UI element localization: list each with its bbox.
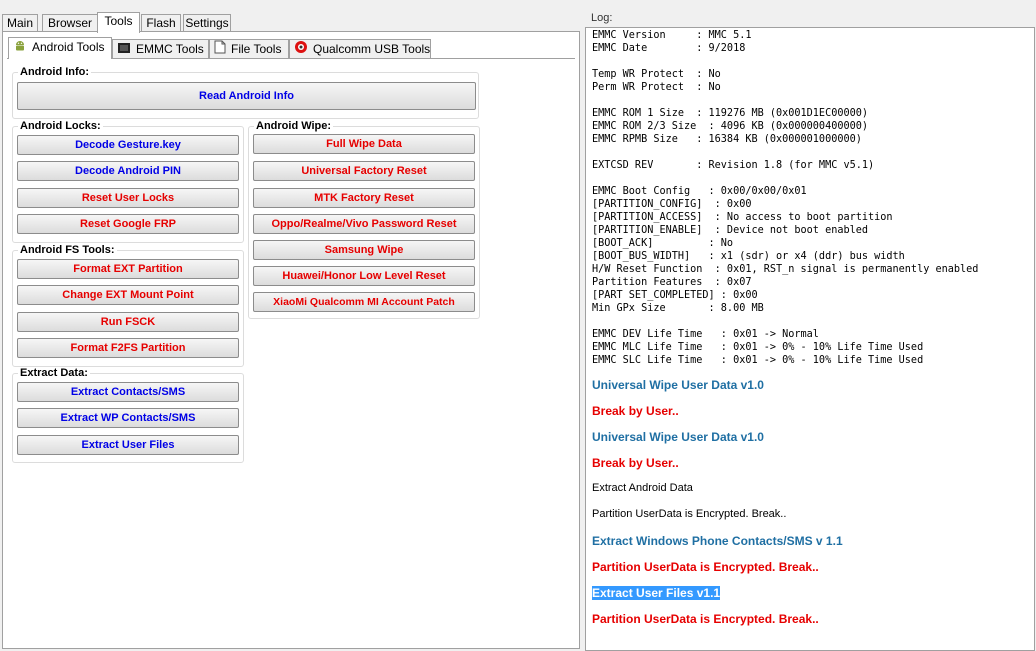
subtab-file-tools-label: File Tools <box>231 42 282 56</box>
log-message: Partition UserData is Encrypted. Break.. <box>592 560 819 574</box>
log-line: [BOOT_BUS_WIDTH] : x1 (sdr) or x4 (ddr) … <box>592 251 905 262</box>
log-message: Extract Windows Phone Contacts/SMS v 1.1 <box>592 534 843 548</box>
log-line: EMMC Date : 9/2018 <box>592 43 746 54</box>
tab-settings[interactable]: Settings <box>183 14 231 31</box>
subtab-qualcomm-usb-tools[interactable]: Qualcomm USB Tools <box>289 39 431 58</box>
tab-browser[interactable]: Browser <box>42 14 98 31</box>
group-android-fs-tools-label: Android FS Tools: <box>18 244 117 256</box>
log-message: Partition UserData is Encrypted. Break.. <box>592 612 819 626</box>
mtk-factory-reset-button[interactable]: MTK Factory Reset <box>253 188 475 208</box>
log-line: [PARTITION_ENABLE] : Device not boot ena… <box>592 225 869 236</box>
universal-factory-reset-button[interactable]: Universal Factory Reset <box>253 161 475 181</box>
group-extract-data-label: Extract Data: <box>18 367 90 379</box>
subtab-android-tools-label: Android Tools <box>32 40 105 54</box>
oppo-realme-vivo-password-reset-button[interactable]: Oppo/Realme/Vivo Password Reset <box>253 214 475 234</box>
log-line: EMMC SLC Life Time : 0x01 -> 0% - 10% Li… <box>592 355 924 366</box>
log-line: Perm WR Protect : No <box>592 82 721 93</box>
qualcomm-icon <box>294 40 308 59</box>
log-message: Break by User.. <box>592 456 679 470</box>
emmc-chip-icon <box>117 41 131 59</box>
android-icon <box>13 38 27 57</box>
log-message: Partition UserData is Encrypted. Break.. <box>592 508 787 520</box>
tab-main[interactable]: Main <box>2 14 38 31</box>
extract-wp-contacts-sms-button[interactable]: Extract WP Contacts/SMS <box>17 408 239 428</box>
tab-flash[interactable]: Flash <box>141 14 181 31</box>
log-line: [BOOT_ACK] : No <box>592 238 734 249</box>
log-message: Universal Wipe User Data v1.0 <box>592 378 764 392</box>
log-title: Log: <box>591 12 613 24</box>
change-ext-mount-point-button[interactable]: Change EXT Mount Point <box>17 285 239 305</box>
file-icon <box>214 40 226 59</box>
samsung-wipe-button[interactable]: Samsung Wipe <box>253 240 475 260</box>
log-panel[interactable]: EMMC Version : MMC 5.1 EMMC Date : 9/2018… <box>585 27 1035 651</box>
format-f2fs-partition-button[interactable]: Format F2FS Partition <box>17 338 239 358</box>
extract-contacts-sms-button[interactable]: Extract Contacts/SMS <box>17 382 239 402</box>
xiaomi-qualcomm-mi-account-patch-button[interactable]: XiaoMi Qualcomm MI Account Patch <box>253 292 475 312</box>
extract-user-files-button[interactable]: Extract User Files <box>17 435 239 455</box>
log-line: H/W Reset Function : 0x01, RST_n signal … <box>592 264 979 275</box>
log-line: Partition Features : 0x07 <box>592 277 752 288</box>
reset-google-frp-button[interactable]: Reset Google FRP <box>17 214 239 234</box>
log-line: EMMC DEV Life Time : 0x01 -> Normal <box>592 329 819 340</box>
log-line: EMMC ROM 2/3 Size : 4096 KB (0x000000400… <box>592 121 869 132</box>
log-line: EMMC MLC Life Time : 0x01 -> 0% - 10% Li… <box>592 342 924 353</box>
log-message: Extract User Files v1.1 <box>592 586 721 600</box>
reset-user-locks-button[interactable]: Reset User Locks <box>17 188 239 208</box>
subtab-qualcomm-usb-tools-label: Qualcomm USB Tools <box>313 42 431 56</box>
format-ext-partition-button[interactable]: Format EXT Partition <box>17 259 239 279</box>
log-line: EMMC ROM 1 Size : 119276 MB (0x001D1EC00… <box>592 108 869 119</box>
group-android-info-label: Android Info: <box>18 66 92 78</box>
full-wipe-data-button[interactable]: Full Wipe Data <box>253 134 475 154</box>
log-line: EXTCSD REV : Revision 1.8 (for MMC v5.1) <box>592 160 875 171</box>
group-android-locks-label: Android Locks: <box>18 120 103 132</box>
log-line: Min GPx Size : 8.00 MB <box>592 303 764 314</box>
huawei-honor-low-level-reset-button[interactable]: Huawei/Honor Low Level Reset <box>253 266 475 286</box>
tools-panel: Android Tools EMMC Tools File Tools Qual… <box>2 31 580 649</box>
tab-tools[interactable]: Tools <box>97 12 140 33</box>
log-message: Break by User.. <box>592 404 679 418</box>
read-android-info-button[interactable]: Read Android Info <box>17 82 476 110</box>
subtab-file-tools[interactable]: File Tools <box>209 39 289 58</box>
subtab-android-tools[interactable]: Android Tools <box>8 37 112 59</box>
group-android-wipe-label: Android Wipe: <box>254 120 334 132</box>
log-line: EMMC Boot Config : 0x00/0x00/0x01 <box>592 186 807 197</box>
log-line: [PARTITION_CONFIG] : 0x00 <box>592 199 752 210</box>
log-message: Universal Wipe User Data v1.0 <box>592 430 764 444</box>
subtab-emmc-tools[interactable]: EMMC Tools <box>112 39 209 58</box>
subtab-emmc-tools-label: EMMC Tools <box>136 42 204 56</box>
decode-gesture-key-button[interactable]: Decode Gesture.key <box>17 135 239 155</box>
android-tools-content: Android Info: Read Android Info Android … <box>7 58 575 647</box>
log-line: [PARTITION_ACCESS] : No access to boot p… <box>592 212 893 223</box>
log-line: [PART SET_COMPLETED] : 0x00 <box>592 290 758 301</box>
log-message: Extract Android Data <box>592 482 693 494</box>
decode-android-pin-button[interactable]: Decode Android PIN <box>17 161 239 181</box>
log-line: Temp WR Protect : No <box>592 69 721 80</box>
log-line: EMMC Version : MMC 5.1 <box>592 30 752 41</box>
run-fsck-button[interactable]: Run FSCK <box>17 312 239 332</box>
log-line: EMMC RPMB Size : 16384 KB (0x00000100000… <box>592 134 862 145</box>
